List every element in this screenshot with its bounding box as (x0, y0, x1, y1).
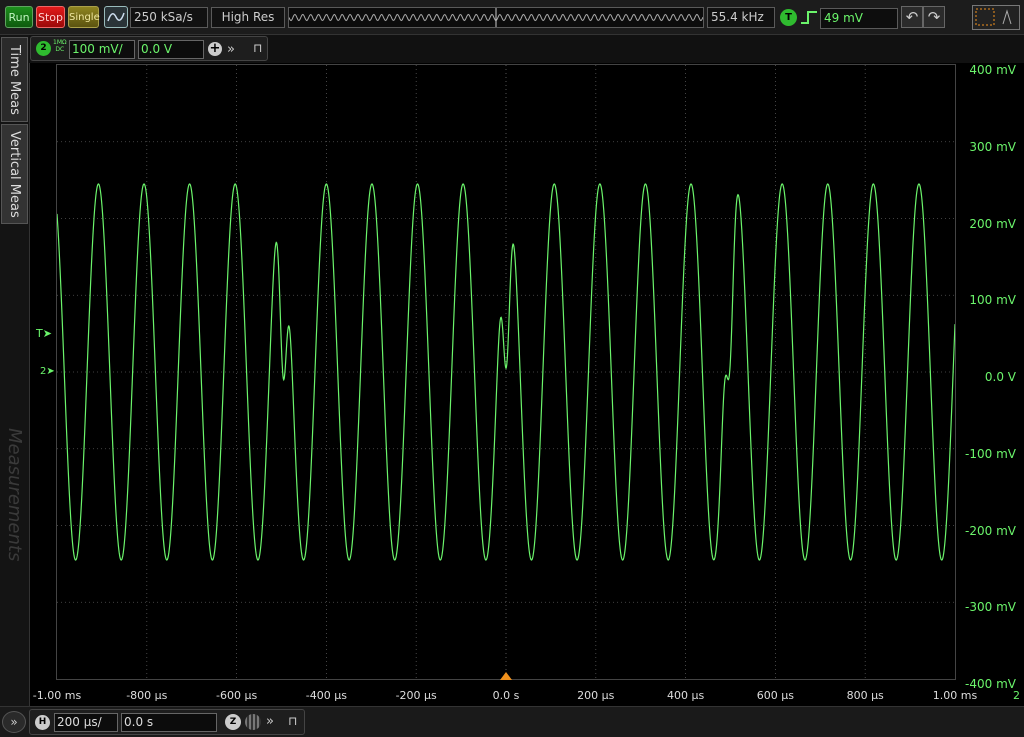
x-tick-label: -1.00 ms (32, 689, 82, 702)
add-channel-button[interactable]: + (208, 42, 222, 56)
trigger-level-marker[interactable]: T➤ (36, 327, 52, 340)
acquisition-mode[interactable]: High Res (211, 7, 285, 28)
left-sidebar: Time Meas Vertical Meas Measurements (0, 35, 30, 706)
touch-mode-icon[interactable] (972, 5, 1020, 30)
channel-edge-label: 2 (1013, 689, 1020, 702)
channel-2-panel[interactable]: 2 1MΩ DC 100 mV/ 0.0 V + » ⊓ (30, 36, 268, 61)
y-tick-label: 100 mV (969, 293, 1016, 308)
x-tick-label: 0.0 s (492, 689, 520, 702)
sample-rate-display[interactable]: 250 kSa/s (130, 7, 208, 28)
bottom-bar: » H 200 µs/ 0.0 s Z » ⊓ (0, 706, 1024, 737)
waveform-svg (56, 65, 956, 679)
x-tick-label: 800 µs (846, 689, 884, 702)
x-tick-label: 200 µs (577, 689, 615, 702)
expand-horizontal-icon[interactable]: » (266, 712, 274, 731)
stop-button[interactable]: Stop (36, 6, 65, 28)
rising-edge-icon[interactable] (800, 9, 818, 26)
tab-time-meas[interactable]: Time Meas (1, 37, 28, 122)
zoom-button[interactable]: Z (225, 714, 241, 730)
y-tick-label: -300 mV (965, 600, 1016, 615)
collapse-icon[interactable]: » (2, 711, 26, 733)
channel-number-badge[interactable]: 2 (36, 41, 51, 56)
y-tick-label: -100 mV (965, 446, 1016, 461)
horizontal-knob-icon[interactable] (245, 714, 261, 730)
trigger-badge[interactable]: T (780, 9, 797, 26)
autoscale-icon[interactable] (104, 6, 128, 28)
horizontal-delay[interactable]: 0.0 s (121, 713, 217, 732)
x-tick-label: -200 µs (395, 689, 437, 702)
channel-ground-marker[interactable]: 2➤ (40, 366, 55, 377)
x-tick-label: 600 µs (756, 689, 795, 702)
channel-offset[interactable]: 0.0 V (138, 40, 204, 59)
x-tick-label: -800 µs (126, 689, 168, 702)
x-tick-label: 1.00 ms (932, 689, 978, 702)
measurements-watermark: Measurements (4, 428, 25, 562)
waveform-display[interactable] (56, 64, 956, 680)
y-tick-label: 300 mV (969, 139, 1016, 154)
undo-icon[interactable]: ↶ (901, 6, 923, 28)
x-tick-label: 400 µs (666, 689, 705, 702)
x-tick-label: -600 µs (215, 689, 258, 702)
y-tick-label: 0.0 V (984, 370, 1016, 384)
x-tick-label: -400 µs (305, 689, 347, 702)
horizontal-badge[interactable]: H (35, 715, 50, 730)
pin-horizontal-icon[interactable]: ⊓ (288, 712, 297, 731)
tab-vertical-meas[interactable]: Vertical Meas (1, 124, 28, 224)
horizontal-panel[interactable]: H 200 µs/ 0.0 s Z » ⊓ (29, 709, 305, 735)
frequency-counter: 55.4 kHz (707, 7, 775, 28)
expand-icon[interactable]: » (227, 40, 235, 59)
trigger-level[interactable]: 49 mV (820, 8, 898, 29)
channel-row: 2 1MΩ DC 100 mV/ 0.0 V + » ⊓ (29, 35, 1024, 63)
redo-icon[interactable]: ↷ (923, 6, 945, 28)
channel-coupling: 1MΩ DC (53, 39, 67, 53)
pin-icon[interactable]: ⊓ (253, 39, 262, 58)
overview-waveform[interactable] (288, 7, 704, 28)
y-tick-label: 400 mV (969, 63, 1016, 77)
top-toolbar: Run Stop Single 250 kSa/s High Res 55.4 … (0, 0, 1024, 35)
run-button[interactable]: Run (5, 6, 33, 28)
trigger-position-marker[interactable] (500, 672, 512, 680)
y-tick-label: 200 mV (969, 216, 1016, 231)
timebase-scale[interactable]: 200 µs/ (54, 713, 118, 732)
single-button[interactable]: Single (68, 6, 100, 28)
channel-scale[interactable]: 100 mV/ (69, 40, 135, 59)
y-tick-label: -200 mV (965, 523, 1016, 538)
